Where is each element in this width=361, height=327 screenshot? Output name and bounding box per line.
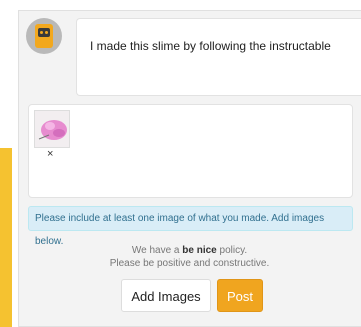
user-avatar-icon	[26, 18, 62, 54]
be-nice-link: be nice	[182, 245, 217, 256]
remove-image-button[interactable]: ×	[47, 148, 53, 160]
add-images-button[interactable]: Add Images	[121, 279, 211, 312]
policy-text: We have a be nice policy. Please be posi…	[18, 244, 361, 270]
policy-line-2: Please be positive and constructive.	[109, 258, 270, 269]
policy-line-1: We have a be nice policy.	[131, 245, 248, 256]
accent-bar	[0, 148, 12, 327]
comment-textarea[interactable]	[76, 18, 361, 96]
post-button[interactable]: Post	[217, 279, 263, 312]
image-upload-area[interactable]	[28, 104, 353, 198]
image-required-notice: Please include at least one image of wha…	[28, 206, 353, 247]
comment-text: I made this slime by following the instr…	[90, 39, 331, 53]
slime-image	[35, 111, 69, 147]
uploaded-image-thumbnail	[34, 110, 70, 148]
